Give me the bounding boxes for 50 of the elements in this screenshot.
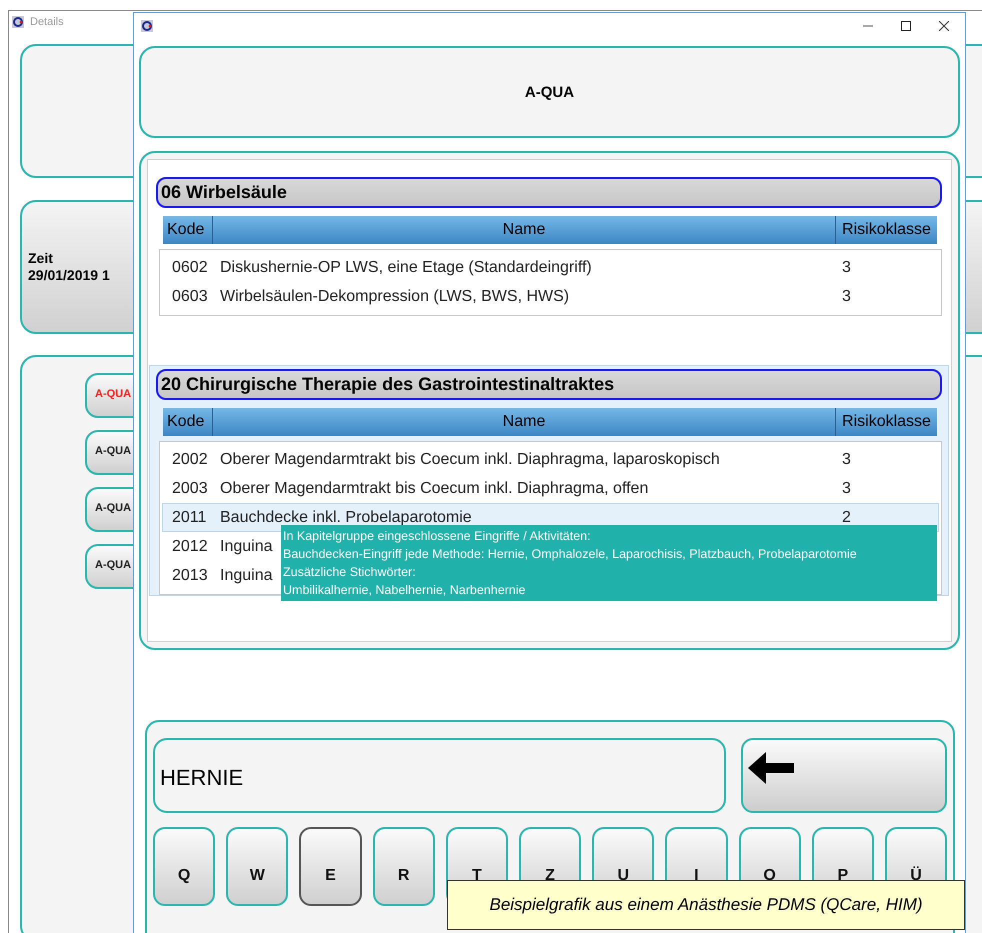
risk-cell-text: 3 (842, 288, 852, 306)
column-header: Risikoklasse (841, 412, 932, 432)
keyboard-key[interactable]: E (299, 827, 362, 906)
app-icon (141, 20, 153, 32)
column-header: Name (213, 408, 836, 436)
code-cell-text: 2011 (171, 508, 208, 526)
code-cell-text: 2002 (171, 450, 209, 468)
group-header: 20 Chirurgische Therapie des Gastrointestinaltraktes (156, 369, 942, 400)
keyboard-key[interactable]: R (372, 827, 435, 906)
name-cell: Diskushernie-OP LWS, eine Etage (Standardeingriff) (220, 258, 592, 276)
risk-cell-text: 3 (842, 450, 852, 468)
name-cell: Oberer Magendarmtrakt bis Coecum inkl. Diaphragma, laparoskopisch (220, 450, 720, 468)
time-value: 29/01/2019 1 (28, 267, 110, 284)
group-header: 06 Wirbelsäule (156, 177, 942, 208)
maximize-icon[interactable] (901, 21, 911, 31)
table-row[interactable]: 0603 Wirbelsäulen-Dekompression (LWS, BWS, HWS) 3 (162, 282, 939, 311)
name-cell: Inguina (220, 538, 272, 556)
code-cell-text: 2013 (171, 566, 209, 584)
app-icon (12, 16, 24, 28)
search-field[interactable]: HERNIE (153, 738, 726, 813)
code-cell-text: 2003 (171, 480, 209, 498)
name-cell: Wirbelsäulen-Dekompression (LWS, BWS, HWS) (220, 288, 570, 306)
close-icon[interactable] (939, 21, 949, 31)
tooltip-text: Umbilikalhernie, Nabelhernie, Narbenhernie (283, 582, 526, 599)
code-cell-text: 0603 (171, 288, 209, 306)
code-cell-text: 2012 (171, 538, 209, 556)
column-header: Kode (163, 408, 213, 436)
time-label: Zeit (28, 250, 53, 267)
backspace-button[interactable] (741, 738, 947, 813)
header-title: A-QUA (524, 84, 574, 100)
name-cell: Oberer Magendarmtrakt bis Coecum inkl. Diaphragma, offen (220, 480, 648, 498)
tooltip-text: Zusätzliche Stichwörter: (283, 564, 417, 581)
table-row[interactable]: 2003 Oberer Magendarmtrakt bis Coecum inkl. Diaphragma, offen 3 (162, 474, 939, 503)
name-cell: Bauchdecke inkl. Probelaparotomie (220, 508, 472, 526)
keyboard-key[interactable]: Q (153, 827, 216, 906)
risk-cell-text: 3 (842, 258, 852, 276)
column-header: Risikoklasse (841, 220, 932, 240)
column-header: Kode (163, 216, 213, 244)
arrow-left-icon (748, 752, 794, 784)
risk-cell-text: 3 (842, 480, 852, 498)
keyboard-key[interactable]: W (226, 827, 288, 906)
tooltip-text: Bauchdecken-Eingriff jede Methode: Hernie, Omphalozele, Laparochisis, Platzbauch, Probelaparotomie (283, 546, 858, 563)
window-title: Details (30, 16, 64, 28)
code-cell-text: 0602 (171, 258, 209, 276)
table-row[interactable]: 2002 Oberer Magendarmtrakt bis Coecum inkl. Diaphragma, laparoskopisch 3 (162, 445, 939, 474)
caption-tooltip: Beispielgrafik aus einem Anästhesie PDMS (QCare, HIM) (447, 880, 965, 930)
table-row[interactable]: 0602 Diskushernie-OP LWS, eine Etage (Standardeingriff) 3 (162, 253, 939, 282)
column-header: Name (213, 216, 836, 244)
risk-cell-text: 2 (842, 508, 852, 526)
name-cell: Inguina (220, 566, 272, 584)
